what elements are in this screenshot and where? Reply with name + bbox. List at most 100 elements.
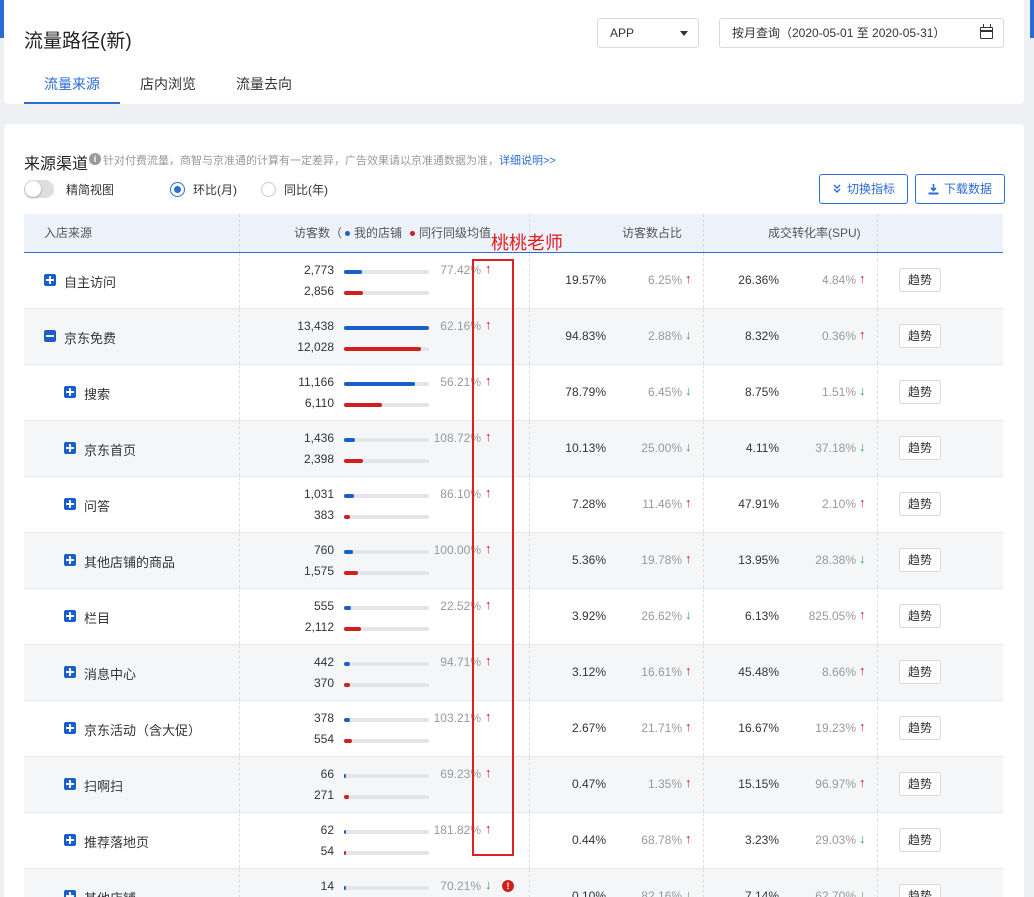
trend-button[interactable]: 趋势 [899,660,941,684]
visitors-mine-value: 2,773 [303,263,334,277]
tab-in-store-browse[interactable]: 店内浏览 [120,62,216,104]
visitors-change-pct: 70.21% [440,879,481,893]
expand-plus-icon[interactable] [64,610,76,622]
expand-plus-icon[interactable] [64,498,76,510]
mom-radio-label[interactable]: 环比(月) [193,181,237,198]
visitors-mine-bar-fill [344,830,346,834]
trend-button[interactable]: 趋势 [899,492,941,516]
conversion-rate-change: 37.18% [815,441,856,455]
visitors-mine-value: 378 [313,711,334,725]
col-header-source: 入店来源 [44,226,93,240]
visitors-mine-value: 1,031 [303,487,334,501]
visitor-share-value: 2.67% [571,721,606,735]
visitors-peer-bar-fill [344,739,352,743]
arrow-down-icon: ↓ [859,831,866,846]
trend-button[interactable]: 趋势 [899,548,941,572]
visitor-share-value: 94.83% [565,329,606,343]
visitors-mine-value: 442 [313,655,334,669]
tab-traffic-source[interactable]: 流量来源 [24,62,120,104]
trend-button[interactable]: 趋势 [899,604,941,628]
yoy-radio[interactable] [261,181,277,197]
expand-plus-icon[interactable] [64,722,76,734]
mom-radio[interactable] [170,181,186,197]
warning-icon[interactable]: ! [502,880,514,892]
conversion-rate-value: 7.14% [744,889,779,897]
conversion-rate-value: 26.36% [738,273,779,287]
visitors-peer-bar-fill [344,459,363,463]
visitor-share-value: 0.10% [571,889,606,897]
visitors-peer-bar-fill [344,347,421,351]
col-header-visitors: 访客数（ 我的店铺 同行同级均值 [294,214,491,253]
trend-button[interactable]: 趋势 [899,436,941,460]
source-label: 京东首页 [84,443,137,458]
info-icon[interactable]: i [89,153,101,165]
col-divider [703,477,704,532]
collapse-minus-icon[interactable] [44,330,56,342]
switch-metrics-button[interactable]: 切换指标 [819,174,909,204]
source-label: 扫啊扫 [84,779,124,794]
visitors-peer-bar [344,515,429,519]
col-header-conversion: 成交转化率(SPU) [768,226,861,240]
visitor-share-change: 6.45% [647,385,682,399]
conversion-rate-value: 8.75% [744,385,779,399]
platform-select[interactable]: APP [597,18,699,48]
expand-plus-icon[interactable] [64,666,76,678]
detail-link[interactable]: 详细说明>> [499,155,556,167]
visitor-share-change: 68.78% [641,833,682,847]
col-divider [529,869,530,897]
visitors-peer-bar-fill [344,403,383,407]
visitor-share-value: 78.79% [565,385,606,399]
visitors-mine-bar [344,438,429,442]
trend-button[interactable]: 趋势 [899,380,941,404]
expand-plus-icon[interactable] [44,274,56,286]
col-divider [239,869,240,897]
col-divider [239,214,240,252]
expand-plus-icon[interactable] [64,442,76,454]
arrow-up-icon: ↑ [685,663,692,678]
col-divider [529,421,530,476]
source-label: 消息中心 [84,667,137,682]
col-header-visitors-peer: 同行同级均值 [419,226,492,240]
page-title: 流量路径(新) [24,31,132,52]
compact-view-toggle[interactable] [24,180,54,198]
expand-plus-icon[interactable] [64,554,76,566]
trend-button[interactable]: 趋势 [899,772,941,796]
col-divider [877,477,878,532]
col-divider [239,701,240,756]
trend-button[interactable]: 趋势 [899,324,941,348]
col-divider [529,365,530,420]
expand-plus-icon[interactable] [64,890,76,897]
col-divider [239,589,240,644]
date-range-picker[interactable]: 按月查询（2020-05-01 至 2020-05-31） [719,18,1004,48]
visitors-peer-value: 370 [313,676,334,690]
expand-plus-icon[interactable] [64,834,76,846]
visitors-peer-bar-fill [344,515,350,519]
date-range-value: 按月查询（2020-05-01 至 2020-05-31） [732,26,946,40]
expand-plus-icon[interactable] [64,778,76,790]
trend-button[interactable]: 趋势 [899,828,941,852]
calendar-icon [980,24,993,39]
trend-button[interactable]: 趋势 [899,268,941,292]
col-divider [703,757,704,812]
visitors-peer-bar-fill [344,683,350,687]
yoy-radio-label[interactable]: 同比(年) [284,181,328,198]
tab-traffic-destination[interactable]: 流量去向 [216,62,312,104]
visitors-peer-bar-fill [344,851,346,855]
visitor-share-change: 26.62% [641,609,682,623]
conversion-rate-value: 4.11% [745,441,779,455]
compact-view-label: 精简视图 [66,182,115,197]
arrow-up-icon: ↑ [859,495,866,510]
arrow-up-icon: ↑ [859,271,866,286]
source-label: 推荐落地页 [84,835,150,850]
conversion-rate-change: 2.10% [821,497,856,511]
source-label: 其他店铺 [84,888,136,897]
expand-plus-icon[interactable] [64,386,76,398]
conversion-rate-change: 19.23% [815,721,856,735]
arrow-down-icon: ↓ [859,887,866,897]
download-data-button[interactable]: 下载数据 [915,174,1006,204]
trend-button[interactable]: 趋势 [899,884,941,897]
col-divider [529,701,530,756]
trend-button[interactable]: 趋势 [899,716,941,740]
visitors-mine-bar-fill [344,662,350,666]
conversion-rate-value: 8.32% [744,329,779,343]
